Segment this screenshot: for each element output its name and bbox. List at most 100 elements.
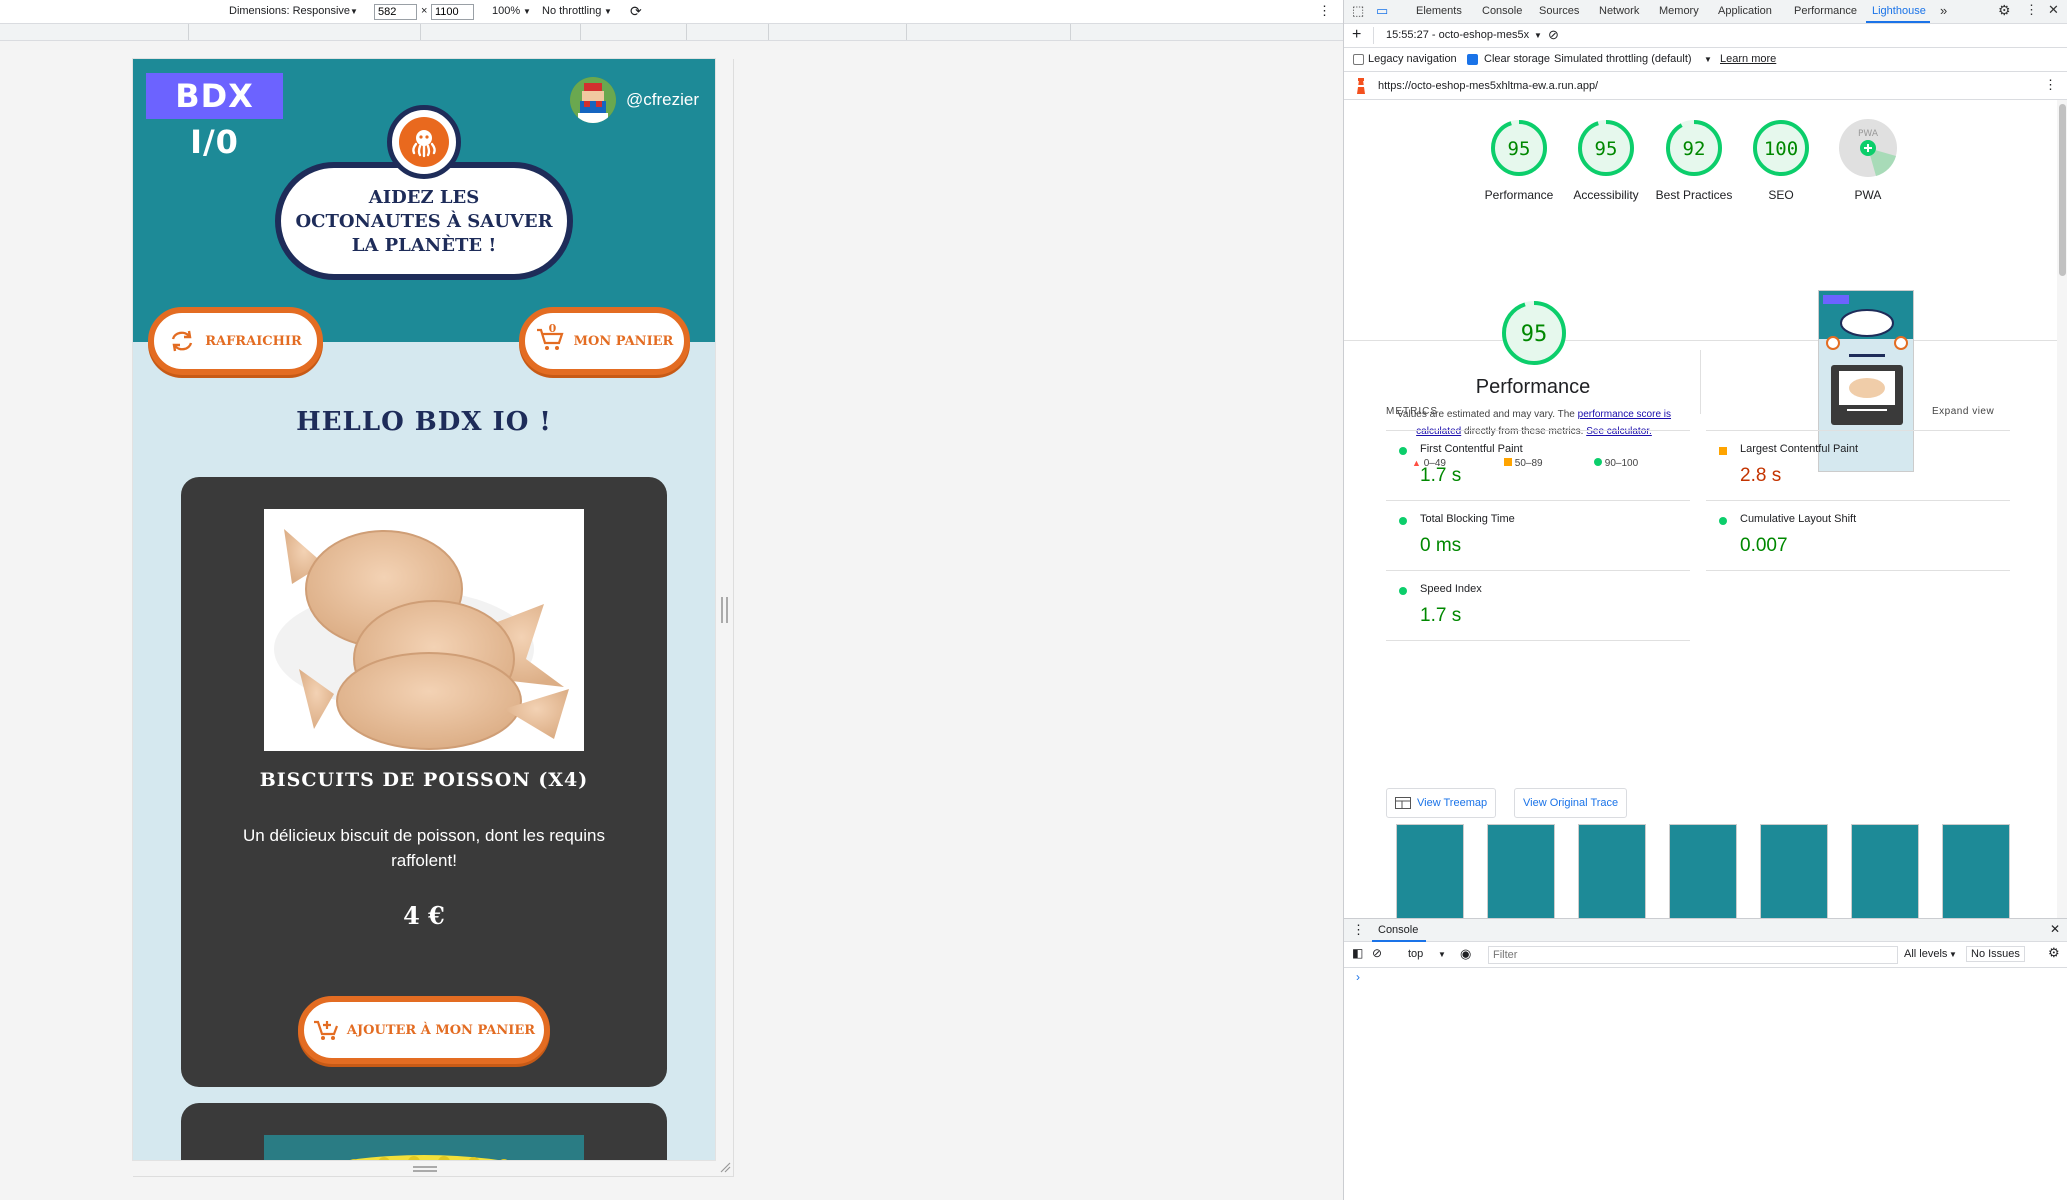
product-card: BISCUITS DE POISSON (X4) Un délicieux bi… (181, 477, 667, 1087)
tab-console[interactable]: Console (1482, 5, 1522, 17)
more-options-icon[interactable]: ⋮ (2025, 2, 2038, 18)
tab-network[interactable]: Network (1599, 5, 1639, 17)
product-image[interactable] (264, 509, 584, 751)
devtools-panel: ⬚ ▭ Elements Console Sources Network Mem… (1343, 0, 2067, 1200)
product-image[interactable] (264, 1135, 584, 1160)
treemap-icon (1395, 797, 1411, 809)
filmstrip-frame (1487, 824, 1555, 918)
learn-more-link[interactable]: Learn more (1720, 53, 1776, 65)
tab-lighthouse[interactable]: Lighthouse (1872, 5, 1926, 17)
view-treemap-button[interactable]: View Treemap (1386, 788, 1497, 818)
height-input[interactable] (431, 4, 474, 20)
width-input[interactable] (374, 4, 417, 20)
chevron-down-icon: ▼ (523, 7, 531, 16)
filmstrip-frame (1669, 824, 1737, 918)
score-label: Performance (1484, 188, 1554, 202)
throttling-dropdown[interactable]: No throttling (542, 5, 601, 17)
site-logo[interactable]: BDX I/0 (146, 73, 283, 161)
octopus-badge (387, 105, 461, 179)
score-value: 95 (1595, 138, 1618, 160)
metric-cumulative-layout-shift: Cumulative Layout Shift 0.007 (1706, 500, 2010, 570)
clear-storage-label: Clear storage (1484, 53, 1551, 65)
tab-performance[interactable]: Performance (1794, 5, 1857, 17)
tab-elements[interactable]: Elements (1416, 5, 1462, 17)
tab-sources[interactable]: Sources (1539, 5, 1579, 17)
inspect-icon[interactable]: ⬚ (1352, 3, 1364, 19)
media-query-ruler (0, 24, 1343, 41)
issues-button[interactable]: No Issues (1966, 946, 2025, 962)
times-sign: × (421, 5, 428, 17)
more-tabs-icon[interactable]: » (1940, 3, 1947, 18)
eye-icon[interactable]: ◉ (1460, 946, 1471, 962)
report-scrollbar[interactable] (2057, 100, 2067, 918)
add-icon[interactable]: + (1352, 26, 1361, 44)
score-label: PWA (1854, 188, 1882, 202)
drawer-tab-console[interactable]: Console (1378, 924, 1418, 936)
sidebar-toggle-icon[interactable]: ◧ (1352, 946, 1363, 960)
console-prompt[interactable]: › (1356, 970, 1360, 984)
report-url[interactable]: https://octo-eshop-mes5xhltma-ew.a.run.a… (1378, 80, 1598, 92)
device-toggle-icon[interactable]: ▭ (1376, 3, 1388, 19)
clear-storage-checkbox[interactable] (1467, 54, 1478, 65)
expand-view-toggle[interactable]: Expand view (1932, 406, 1994, 417)
clear-icon[interactable]: ⊘ (1548, 27, 1559, 43)
drawer-menu-icon[interactable]: ⋮ (1352, 922, 1365, 938)
lighthouse-options: Legacy navigation Clear storage Simulate… (1344, 48, 2067, 72)
context-selector[interactable]: top (1408, 948, 1423, 960)
headline-line-2: OCTONAUTES À SAUVER (295, 211, 553, 232)
username[interactable]: @cfrezier (626, 90, 699, 110)
chevron-down-icon[interactable]: ▼ (1704, 55, 1712, 64)
report-menu-icon[interactable]: ⋮ (2044, 77, 2057, 93)
resize-handle-right[interactable] (721, 597, 728, 623)
dimensions-dropdown[interactable]: Dimensions: Responsive (229, 5, 350, 17)
settings-icon[interactable]: ⚙ (2048, 945, 2060, 961)
status-dot (1399, 517, 1407, 525)
close-icon[interactable]: ✕ (2048, 2, 2059, 18)
headline-bubble: AIDEZ LES OCTONAUTES À SAUVER LA PLANÈTE… (275, 162, 573, 280)
zoom-dropdown[interactable]: 100% (492, 5, 520, 17)
lighthouse-toolbar: + 15:55:27 - octo-eshop-mes5x ▼ ⊘ (1344, 24, 2067, 48)
report-selector[interactable]: 15:55:27 - octo-eshop-mes5x (1386, 29, 1529, 41)
resize-handle-corner[interactable] (719, 1161, 731, 1173)
report-url-bar: https://octo-eshop-mes5xhltma-ew.a.run.a… (1344, 72, 2067, 100)
refresh-label: RAFRAICHIR (205, 333, 302, 349)
metric-largest-contentful-paint: Largest Contentful Paint 2.8 s (1706, 430, 2010, 500)
device-emulation-pane: Dimensions: Responsive ▼ × 100% ▼ No thr… (0, 0, 1343, 1200)
resize-handle-bottom[interactable] (413, 1166, 437, 1172)
status-square (1719, 447, 1727, 455)
tab-memory[interactable]: Memory (1659, 5, 1699, 17)
score-value: 100 (1764, 138, 1798, 160)
chevron-down-icon: ▼ (1534, 31, 1542, 40)
cart-button[interactable]: 0 MON PANIER (519, 307, 690, 375)
product-description: Un délicieux biscuit de poisson, dont le… (243, 826, 605, 870)
close-icon[interactable]: ✕ (2050, 922, 2060, 936)
settings-icon[interactable]: ⚙ (1998, 2, 2011, 19)
score-gauge-best-practices[interactable]: 92 (1664, 118, 1724, 178)
cart-add-icon (313, 1020, 338, 1040)
console-filter-input[interactable] (1488, 946, 1898, 964)
score-label: Accessibility (1573, 188, 1639, 202)
console-toolbar: ◧ ⊘ top ▼ ◉ All levels ▼ No Issues ⚙ (1344, 942, 2067, 968)
log-levels-dropdown[interactable]: All levels (1904, 948, 1947, 960)
score-gauge-performance[interactable]: 95 (1489, 118, 1549, 178)
score-value: 95 (1508, 138, 1531, 160)
filmstrip-frame (1942, 824, 2010, 918)
metric-speed-index: Speed Index 1.7 s (1386, 570, 1690, 640)
status-dot (1719, 517, 1727, 525)
clear-console-icon[interactable]: ⊘ (1372, 946, 1382, 960)
add-to-cart-button[interactable]: AJOUTER À MON PANIER (298, 996, 550, 1064)
more-options-icon[interactable]: ⋮ (1318, 3, 1331, 19)
octopus-icon (412, 130, 436, 158)
avatar[interactable] (570, 77, 616, 123)
rotate-icon[interactable]: ⟳ (630, 3, 642, 20)
refresh-icon (172, 330, 193, 352)
score-gauge-accessibility[interactable]: 95 (1576, 118, 1636, 178)
pwa-badge-text: PWA (1858, 129, 1879, 139)
devtools-tabbar: ⬚ ▭ Elements Console Sources Network Mem… (1344, 0, 2067, 24)
score-gauge-seo[interactable]: 100 (1751, 118, 1811, 178)
legacy-navigation-checkbox[interactable] (1353, 54, 1364, 65)
refresh-button[interactable]: RAFRAICHIR (148, 307, 323, 375)
view-original-trace-button[interactable]: View Original Trace (1514, 788, 1628, 818)
score-gauge-pwa[interactable]: PWA (1838, 118, 1898, 178)
tab-application[interactable]: Application (1718, 5, 1772, 17)
